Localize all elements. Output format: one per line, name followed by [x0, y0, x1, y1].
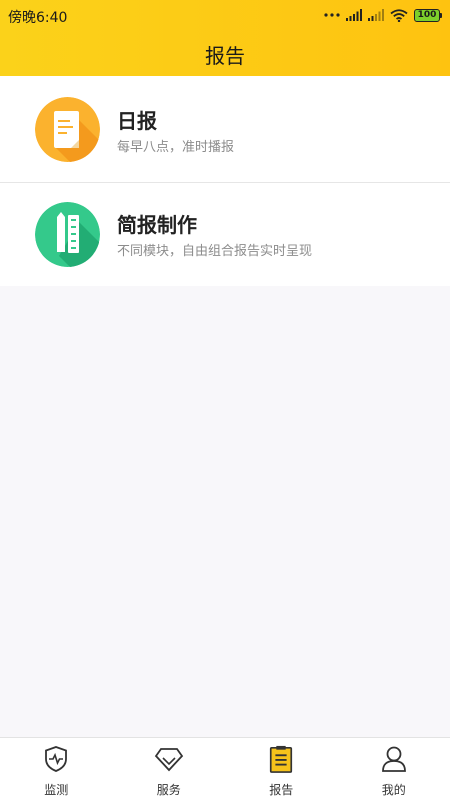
signal-weak-icon	[368, 9, 384, 21]
user-icon	[381, 746, 406, 772]
clipboard-icon	[270, 745, 293, 773]
tab-service[interactable]: 服务	[113, 738, 226, 800]
list-item-brief-maker[interactable]: 简报制作 不同模块，自由组合报告实时呈现	[0, 182, 450, 286]
tab-mine[interactable]: 我的	[338, 738, 450, 800]
signal-icon	[346, 9, 362, 21]
status-icons: 100	[324, 7, 442, 23]
tab-label: 报告	[269, 783, 294, 797]
report-list: 日报 每早八点，准时播报 简报制作 不同模块，自由组合报告实时呈现	[0, 76, 450, 286]
app-header: 傍晚6:40 100 报告	[0, 0, 450, 76]
tab-monitor[interactable]: 监测	[0, 738, 113, 800]
battery-level: 100	[414, 8, 440, 22]
list-item-daily-report[interactable]: 日报 每早八点，准时播报	[0, 76, 450, 182]
shield-pulse-icon	[45, 746, 68, 772]
row-title: 日报	[117, 109, 157, 133]
row-subtitle: 每早八点，准时播报	[117, 140, 235, 155]
diamond-icon	[154, 748, 183, 772]
tab-label: 我的	[381, 783, 406, 797]
wifi-icon	[390, 8, 408, 22]
tab-label: 服务	[156, 783, 181, 797]
row-title: 简报制作	[117, 213, 197, 237]
status-bar: 傍晚6:40 100	[0, 0, 450, 30]
tab-report[interactable]: 报告	[225, 738, 338, 800]
tab-label: 监测	[44, 783, 69, 797]
pencil-ruler-icon	[35, 202, 100, 267]
document-icon	[35, 97, 100, 162]
battery-icon: 100	[414, 8, 442, 22]
dots-icon	[324, 13, 340, 17]
status-time: 傍晚6:40	[8, 10, 68, 26]
bottom-tab-bar: 监测 服务 报告 我的	[0, 737, 450, 800]
row-subtitle: 不同模块，自由组合报告实时呈现	[117, 244, 313, 259]
page-title: 报告	[205, 44, 245, 68]
